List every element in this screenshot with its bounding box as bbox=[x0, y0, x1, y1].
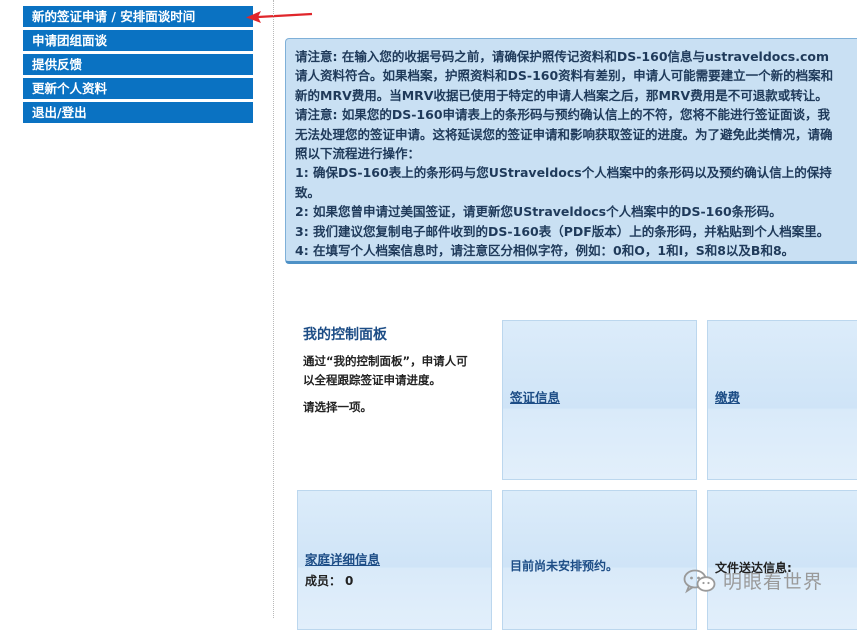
content-divider bbox=[273, 0, 274, 618]
notice-line: 照以下流程进行操作： bbox=[295, 146, 421, 162]
members-label-text: 成员： bbox=[305, 574, 342, 588]
sidebar-item-group-interview[interactable]: 申请团组面谈 bbox=[23, 30, 253, 51]
dashboard-title: 我的控制面板 bbox=[303, 327, 387, 343]
sidebar-item-logout[interactable]: 退出/登出 bbox=[23, 102, 253, 123]
notice-line: 请注意: 在输入您的收据号码之前，请确保护照传记资料和DS-160信息与ustr… bbox=[295, 49, 829, 64]
sidebar-item-feedback[interactable]: 提供反馈 bbox=[23, 54, 253, 75]
wechat-icon bbox=[683, 569, 716, 594]
notice-line: 请人资料符合。如果档案，护照资料和DS-160资料有差别，申请人可能需要建立一个… bbox=[295, 68, 834, 84]
notice-line: 致。 bbox=[295, 184, 321, 200]
family-details-tile[interactable]: 家庭详细信息 成员： 0 bbox=[297, 490, 492, 630]
red-arrow-annotation bbox=[246, 11, 313, 23]
notice-line: 1: 确保DS-160表上的条形码与您UStraveldocs个人档案中的条形码… bbox=[295, 165, 832, 181]
family-details-link[interactable]: 家庭详细信息 bbox=[305, 549, 380, 568]
watermark: 明眼看世界 bbox=[683, 566, 853, 596]
sidebar-item-update-profile[interactable]: 更新个人资料 bbox=[23, 78, 253, 99]
members-count: 0 bbox=[345, 574, 354, 588]
visa-info-tile[interactable]: 签证信息 bbox=[502, 320, 697, 480]
document-delivery-tile[interactable]: 文件送达信息: bbox=[707, 490, 857, 630]
sidebar-item-new-visa-application[interactable]: 新的签证申请 / 安排面谈时间 bbox=[23, 6, 253, 27]
dashboard-intro: 我的控制面板 通过“我的控制面板”，申请人可 以全程跟踪签证申请进度。 请选择一… bbox=[303, 324, 493, 415]
notice-line: 4: 在填写个人档案信息时，请注意区分相似字符，例如：0和O，1和I，S和8以及… bbox=[295, 243, 795, 259]
no-appointment-text: 目前尚未安排预约。 bbox=[510, 559, 619, 573]
dashboard-select-prompt: 请选择一项。 bbox=[303, 400, 372, 414]
notice-line: 请注意: 如果您的DS-160申请表上的条形码与预约确认信上的不符，您将不能进行… bbox=[295, 107, 831, 123]
notice-line: 新的MRV费用。当MRV收据已使用于特定的申请人档案之后，那MRV费用是不可退款… bbox=[295, 87, 828, 103]
members-label: 成员： 0 bbox=[305, 572, 353, 589]
notice-line: 3: 我们建议您复制电子邮件收到的DS-160表（PDF版本）上的条形码，并粘贴… bbox=[295, 223, 830, 239]
notice-line: 2: 如果您曾申请过美国签证，请更新您UStraveldocs个人档案中的DS-… bbox=[295, 204, 782, 220]
watermark-text: 明眼看世界 bbox=[723, 571, 824, 593]
notice-line: 无法处理您的签证申请。这将延误您的签证申请和影响获取签证的进度。为了避免此类情况… bbox=[295, 126, 833, 142]
payment-link[interactable]: 缴费 bbox=[715, 387, 740, 406]
dashboard-description-line: 以全程跟踪签证申请进度。 bbox=[303, 373, 441, 387]
payment-tile[interactable]: 缴费 bbox=[707, 320, 857, 480]
visa-info-link[interactable]: 签证信息 bbox=[510, 387, 560, 406]
appointment-tile[interactable]: 目前尚未安排预约。 bbox=[502, 490, 697, 630]
notice-box: 请注意: 在输入您的收据号码之前，请确保护照传记资料和DS-160信息与ustr… bbox=[285, 38, 857, 264]
dashboard-description-line: 通过“我的控制面板”，申请人可 bbox=[303, 354, 468, 368]
sidebar-nav: 新的签证申请 / 安排面谈时间 申请团组面谈 提供反馈 更新个人资料 退出/登出 bbox=[23, 6, 253, 126]
